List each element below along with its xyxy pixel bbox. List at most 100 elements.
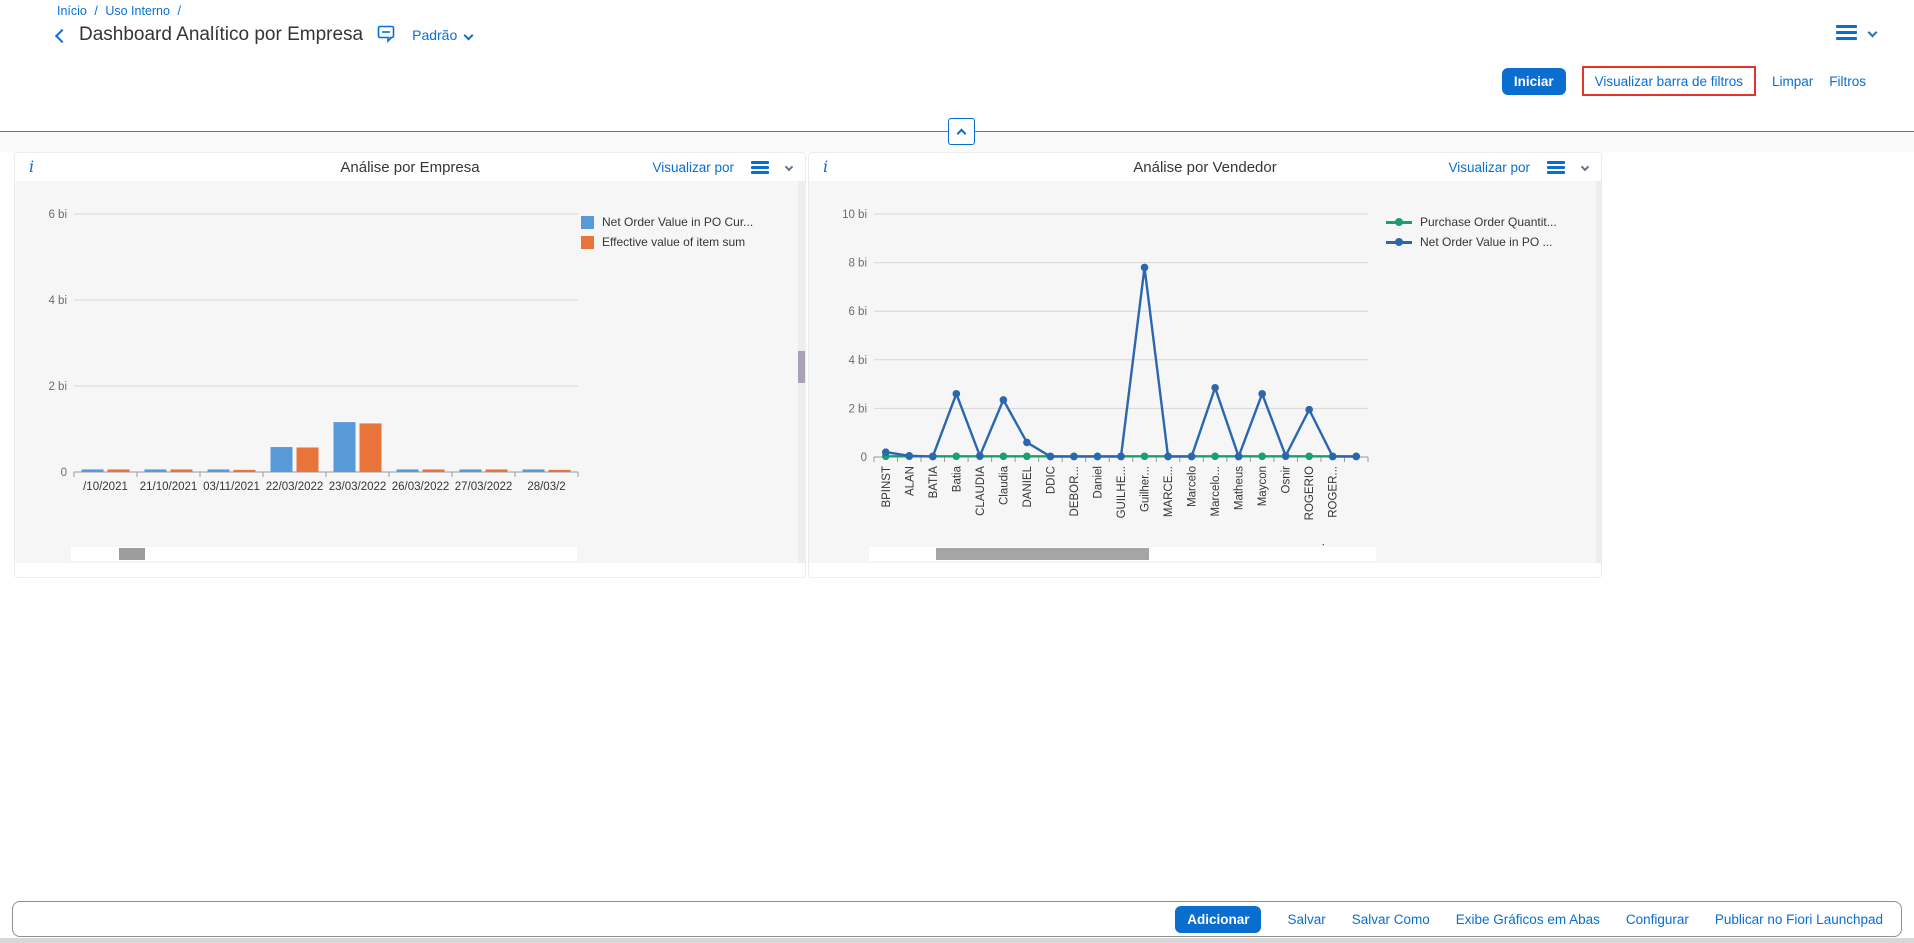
salvar-link[interactable]: Salvar (1287, 912, 1325, 927)
breadcrumb: Início / Uso Interno / (57, 4, 185, 18)
legend-marker-icon (581, 236, 594, 249)
svg-text:Matheus: Matheus (1234, 466, 1246, 510)
visualizar-por-link[interactable]: Visualizar por (1448, 160, 1530, 175)
chart-menu-icon[interactable] (1547, 161, 1565, 174)
svg-text:10 bi: 10 bi (842, 209, 867, 221)
legend-item[interactable]: Net Order Value in PO ... (1386, 235, 1557, 249)
menu-icon[interactable] (1836, 25, 1857, 40)
legend-marker-icon (1386, 241, 1412, 244)
svg-text:Marcelo...: Marcelo... (1210, 466, 1222, 517)
svg-text:03/11/2021: 03/11/2021 (203, 481, 260, 493)
card-header: i Análise por Empresa Visualizar por (15, 153, 805, 181)
svg-text:8 bi: 8 bi (848, 258, 867, 270)
svg-text:23/03/2022: 23/03/2022 (329, 481, 387, 493)
legend-item[interactable]: Effective value of item sum (581, 235, 753, 249)
svg-text:Claudia: Claudia (998, 465, 1010, 505)
filtros-link[interactable]: Filtros (1829, 74, 1866, 89)
configurar-link[interactable]: Configurar (1626, 912, 1689, 927)
dashboard-page: Início / Uso Interno / Dashboard Analíti… (0, 0, 1914, 943)
footer-toolbar: Adicionar Salvar Salvar Como Exibe Gráfi… (12, 901, 1902, 937)
visualizar-barra-de-filtros-link[interactable]: Visualizar barra de filtros (1595, 74, 1743, 89)
svg-text:GUILHE...: GUILHE... (1116, 466, 1128, 518)
svg-text:BPINST: BPINST (881, 466, 893, 508)
publicar-no-fiori-launchpad-link[interactable]: Publicar no Fiori Launchpad (1715, 912, 1883, 927)
chevron-down-icon[interactable] (1868, 28, 1878, 38)
svg-text:0: 0 (61, 467, 67, 479)
svg-text:Daniel: Daniel (1092, 466, 1104, 499)
svg-text:ROGER...: ROGER... (1328, 466, 1340, 518)
svg-text:BATIA: BATIA (928, 466, 940, 499)
svg-text:Batia: Batia (951, 465, 963, 492)
bottom-strip (0, 938, 1914, 943)
legend-label: Purchase Order Quantit... (1420, 215, 1557, 229)
legend-marker-icon (1386, 221, 1412, 224)
card-analise-por-empresa: 02 bi4 bi6 bi/10/202121/10/202103/11/202… (14, 152, 806, 578)
svg-text:0: 0 (861, 452, 867, 464)
chevron-down-icon[interactable] (1581, 163, 1589, 171)
legend-label: Net Order Value in PO Cur... (602, 215, 753, 229)
svg-text:DDIC: DDIC (1045, 466, 1057, 494)
vertical-scrollbar[interactable] (1596, 181, 1602, 563)
card-bottom-band (15, 563, 805, 578)
variant-selector[interactable]: Padrão (412, 27, 472, 43)
svg-text:6 bi: 6 bi (848, 306, 867, 318)
svg-text:27/03/2022: 27/03/2022 (455, 481, 513, 493)
iniciar-button[interactable]: Iniciar (1502, 68, 1566, 95)
legend-marker-icon (581, 216, 594, 229)
horizontal-scrollbar-thumb[interactable] (936, 548, 1149, 560)
svg-text:2 bi: 2 bi (48, 381, 67, 393)
card-analise-por-vendedor: 0 2 bi 4 bi 6 bi 8 bi 10 bi BPINST ALAN BATIA Bat… (808, 152, 1602, 578)
card-bottom-band (809, 563, 1601, 578)
svg-text:4 bi: 4 bi (48, 295, 67, 307)
comment-icon[interactable] (377, 25, 396, 48)
exibe-graficos-em-abas-link[interactable]: Exibe Gráficos em Abas (1456, 912, 1600, 927)
visualizar-por-link[interactable]: Visualizar por (652, 160, 734, 175)
back-chevron-icon[interactable] (55, 29, 69, 43)
svg-text:/10/2021: /10/2021 (83, 481, 128, 493)
adicionar-button[interactable]: Adicionar (1175, 906, 1261, 933)
legend-label: Net Order Value in PO ... (1420, 235, 1553, 249)
svg-text:4 bi: 4 bi (848, 355, 867, 367)
salvar-como-link[interactable]: Salvar Como (1352, 912, 1430, 927)
svg-text:ROGERIO: ROGERIO (1304, 466, 1316, 520)
filter-bar-actions: Iniciar Visualizar barra de filtros Limp… (1502, 66, 1866, 96)
page-title: Dashboard Analítico por Empresa (79, 24, 363, 46)
chevron-down-icon[interactable] (785, 163, 793, 171)
chart-legend: Net Order Value in PO Cur... Effective va… (581, 215, 753, 249)
chevron-up-icon (957, 128, 967, 138)
legend-label: Effective value of item sum (602, 235, 745, 249)
breadcrumb-link-inicio[interactable]: Início (57, 4, 87, 18)
breadcrumb-separator: / (177, 4, 180, 18)
highlight-box: Visualizar barra de filtros (1582, 66, 1756, 96)
chart-menu-icon[interactable] (751, 161, 769, 174)
svg-text:Marcelo: Marcelo (1187, 466, 1199, 507)
svg-text:DEBOR...: DEBOR... (1069, 466, 1081, 516)
svg-text:2 bi: 2 bi (848, 403, 867, 415)
title-row: Dashboard Analítico por Empresa Padrão (57, 22, 472, 48)
vertical-scrollbar-thumb[interactable] (798, 351, 805, 383)
breadcrumb-separator: / (94, 4, 97, 18)
legend-item[interactable]: Net Order Value in PO Cur... (581, 215, 753, 229)
collapse-header-button[interactable] (948, 118, 975, 145)
svg-text:Guilher...: Guilher... (1140, 466, 1152, 512)
legend-item[interactable]: Purchase Order Quantit... (1386, 215, 1557, 229)
svg-text:21/10/2021: 21/10/2021 (140, 481, 198, 493)
card-header: i Análise por Vendedor Visualizar por (809, 153, 1601, 181)
svg-text:28/03/2: 28/03/2 (527, 481, 565, 493)
horizontal-scrollbar[interactable] (869, 547, 1376, 561)
horizontal-scrollbar-thumb[interactable] (119, 548, 145, 560)
page-menu (1836, 25, 1876, 40)
svg-text:Osnir: Osnir (1281, 466, 1293, 494)
chevron-down-icon (464, 30, 474, 40)
svg-text:22/03/2022: 22/03/2022 (266, 481, 324, 493)
svg-text:26/03/2022: 26/03/2022 (392, 481, 450, 493)
svg-text:Maycon: Maycon (1257, 466, 1269, 506)
svg-text:ALAN: ALAN (904, 466, 916, 496)
horizontal-scrollbar[interactable] (71, 547, 577, 561)
svg-text:DANIEL: DANIEL (1022, 465, 1034, 507)
svg-text:MARCE...: MARCE... (1163, 466, 1175, 517)
svg-text:CLAUDIA: CLAUDIA (975, 466, 987, 516)
limpar-link[interactable]: Limpar (1772, 74, 1813, 89)
vertical-scrollbar[interactable] (798, 181, 805, 563)
breadcrumb-link-uso-interno[interactable]: Uso Interno (105, 4, 170, 18)
